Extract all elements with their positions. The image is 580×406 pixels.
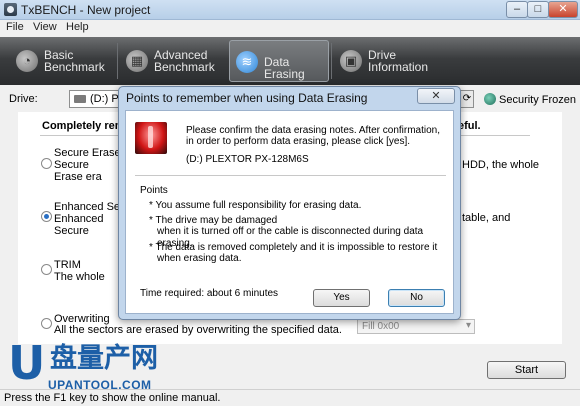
tab-label-line2: Benchmark [44, 60, 105, 74]
option-desc-enhanced-secure: Enhanced Secure erases data on N [54, 213, 104, 237]
close-button[interactable]: ✕ [548, 1, 578, 18]
stopwatch-icon: ◔ [16, 50, 38, 72]
radio-overwriting[interactable] [41, 318, 52, 329]
yes-button[interactable]: Yes [313, 289, 370, 307]
erase-icon: ≋ [236, 51, 258, 73]
point-item: when erasing data. [157, 253, 242, 264]
dialog-body: Please confirm the data erasing notes. A… [125, 110, 454, 314]
start-button[interactable]: Start [487, 361, 566, 379]
menu-help[interactable]: Help [66, 21, 89, 33]
tab-separator [331, 43, 332, 79]
option-side-text: HDD, the whole [462, 159, 540, 171]
window-title: TxBENCH - New project [21, 3, 151, 17]
refresh-button[interactable]: ⟳ [460, 90, 474, 108]
fill-pattern-select[interactable]: Fill 0x00 [357, 319, 475, 334]
radio-enhanced-secure-erase[interactable] [41, 211, 52, 222]
tab-advanced-benchmark[interactable]: ▦ Advanced Benchmark [120, 40, 226, 82]
security-frozen-icon [484, 93, 496, 105]
tab-separator [117, 43, 118, 79]
status-text: Press the F1 key to show the online manu… [4, 392, 221, 404]
panel-heading-tail: eful. [458, 120, 481, 132]
app-icon [4, 3, 17, 16]
watermark-text: 盘量产网 [50, 343, 158, 373]
chart-icon: ▦ [126, 50, 148, 72]
tab-basic-benchmark[interactable]: ◔ Basic Benchmark [10, 40, 116, 82]
time-required: Time required: about 6 minutes [140, 288, 279, 299]
watermark-logo: U [8, 336, 46, 390]
tab-data-erasing[interactable]: ≋ Data Erasing [229, 40, 329, 82]
warning-icon [135, 122, 167, 154]
tab-label-line2: Benchmark [154, 60, 215, 74]
no-button[interactable]: No [388, 289, 445, 307]
drive-info-icon: ▣ [340, 50, 362, 72]
menu-file[interactable]: File [6, 21, 24, 33]
menu-bar: File View Help [0, 20, 580, 36]
option-title-secure-erase: Secure Erase [54, 147, 121, 159]
option-side-text: table, and [462, 212, 511, 224]
toolbar: ◔ Basic Benchmark ▦ Advanced Benchmark ≋… [0, 37, 580, 85]
security-status: Security Frozen [499, 94, 577, 106]
option-title-trim: TRIM [54, 259, 81, 271]
menu-view[interactable]: View [33, 21, 57, 33]
option-desc-overwriting: All the sectors are erased by overwritin… [54, 324, 342, 336]
radio-trim[interactable] [41, 264, 52, 275]
radio-secure-erase[interactable] [41, 158, 52, 169]
erasing-notes-dialog: Points to remember when using Data Erasi… [118, 86, 461, 320]
dialog-close-button[interactable]: ✕ [417, 88, 455, 104]
dialog-drive-name: (D:) PLEXTOR PX-128M6S [186, 154, 309, 165]
tab-label-line2: Information [368, 60, 429, 74]
divider [135, 175, 446, 176]
title-bar: TxBENCH - New project – □ ✕ [0, 0, 580, 20]
option-desc-secure-erase: Secure Erase era area of the drive [54, 159, 102, 183]
tab-drive-information[interactable]: ▣ Drive Information [334, 40, 434, 82]
option-desc-trim: The whole SSD a [54, 271, 105, 283]
tab-label-line1: Data Erasing [264, 55, 305, 81]
dialog-title: Points to remember when using Data Erasi… [126, 91, 368, 105]
dialog-message: Please confirm the data erasing notes. A… [186, 125, 441, 147]
minimize-button[interactable]: – [506, 1, 528, 18]
point-item: * You assume full responsibility for era… [149, 200, 362, 211]
drive-label: Drive: [9, 93, 38, 105]
watermark-url: UPANTOOL.COM [48, 378, 152, 392]
maximize-button[interactable]: □ [527, 1, 549, 18]
points-heading: Points [140, 185, 168, 196]
